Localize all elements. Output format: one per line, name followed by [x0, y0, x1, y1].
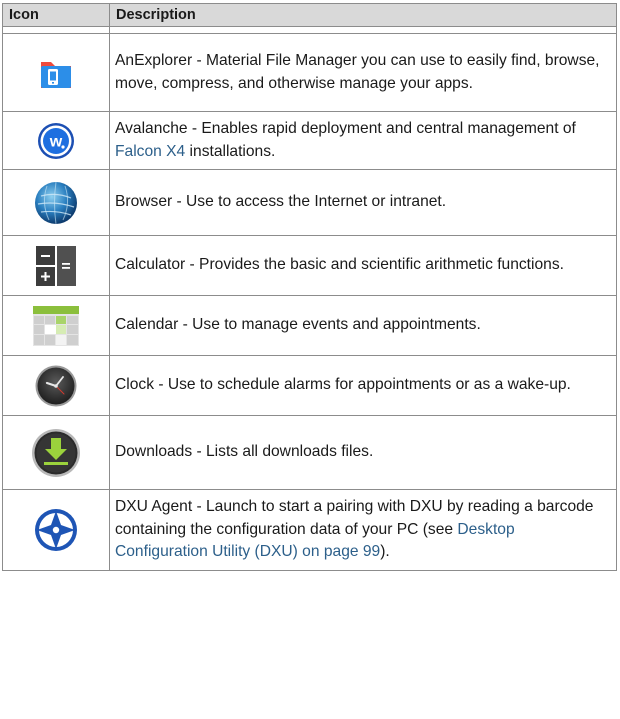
- icon-cell: [2, 415, 110, 490]
- table-row: Browser - Use to access the Internet or …: [2, 169, 617, 236]
- description-cell: DXU Agent - Launch to start a pairing wi…: [109, 489, 617, 571]
- table-row: Clock - Use to schedule alarms for appoi…: [2, 355, 617, 416]
- icon-cell: [2, 295, 110, 356]
- description-text-end: installations.: [185, 142, 276, 160]
- icon-cell: [2, 169, 110, 236]
- description-cell: Calculator - Provides the basic and scie…: [109, 235, 617, 296]
- globe-icon: [35, 181, 77, 224]
- table-row: Calendar - Use to manage events and appo…: [2, 295, 617, 356]
- description-text: DXU Agent - Launch to start a pairing wi…: [115, 498, 594, 538]
- description-cell: Calendar - Use to manage events and appo…: [109, 295, 617, 356]
- icon-cell: [2, 33, 110, 112]
- description-cell: AnExplorer - Material File Manager you c…: [109, 33, 617, 112]
- description-cell: Downloads - Lists all downloads files.: [109, 415, 617, 490]
- description-cell: Clock - Use to schedule alarms for appoi…: [109, 355, 617, 416]
- description-cell: Browser - Use to access the Internet or …: [109, 169, 617, 236]
- spacer-row: [2, 26, 617, 34]
- calculator-icon: [36, 245, 76, 286]
- table-row: Calculator - Provides the basic and scie…: [2, 235, 617, 296]
- table-row: w Avalanche - Enables rapid deployment a…: [2, 111, 617, 170]
- avalanche-icon: w: [38, 122, 74, 159]
- table-row: Downloads - Lists all downloads files.: [2, 415, 617, 490]
- icon-cell: [2, 355, 110, 416]
- falcon-x4-link[interactable]: Falcon X4: [115, 143, 185, 160]
- header-icon: Icon: [2, 3, 110, 27]
- icon-cell: [2, 489, 110, 571]
- download-icon: [32, 428, 80, 477]
- icon-cell: [2, 235, 110, 296]
- icon-cell: w: [2, 111, 110, 170]
- svg-text:w: w: [49, 133, 63, 150]
- description-text: Avalanche - Enables rapid deployment and…: [115, 120, 576, 137]
- clock-icon: [35, 365, 77, 406]
- apps-table: Icon Description AnExplorer - Material F…: [2, 3, 617, 571]
- description-cell: Avalanche - Enables rapid deployment and…: [109, 111, 617, 170]
- header-row: Icon Description: [2, 3, 617, 27]
- header-description: Description: [109, 3, 617, 27]
- description-text-end: ).: [380, 543, 390, 560]
- table-row: DXU Agent - Launch to start a pairing wi…: [2, 489, 617, 571]
- table-row: AnExplorer - Material File Manager you c…: [2, 33, 617, 112]
- dxu-agent-icon: [35, 508, 77, 551]
- file-manager-icon: [41, 61, 71, 88]
- calendar-icon: [33, 305, 79, 346]
